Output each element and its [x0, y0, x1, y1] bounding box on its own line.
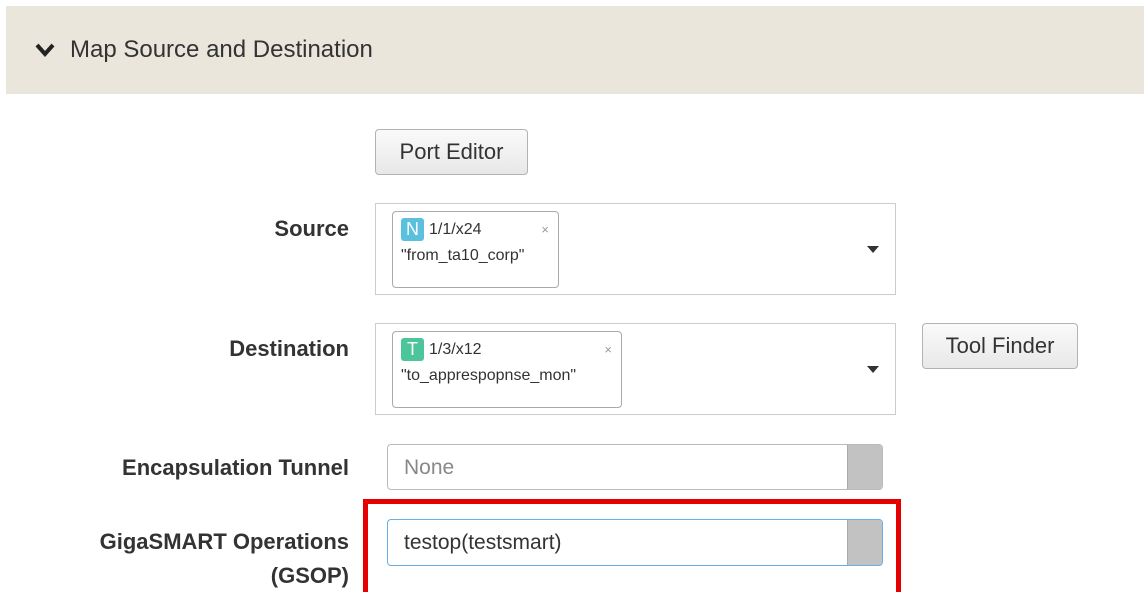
gsop-label: GigaSMART Operations: [99, 529, 349, 554]
destination-select[interactable]: T 1/3/x12 × "to_apprespopnse_mon": [375, 323, 896, 415]
port-editor-button[interactable]: Port Editor: [375, 129, 528, 175]
tool-finder-button[interactable]: Tool Finder: [922, 323, 1078, 369]
destination-port-token: T 1/3/x12 × "to_apprespopnse_mon": [392, 331, 622, 408]
encapsulation-dropdown-button[interactable]: [847, 445, 882, 489]
source-port-alias: "from_ta10_corp": [401, 247, 525, 264]
destination-label: Destination: [229, 336, 349, 361]
remove-destination-icon[interactable]: ×: [604, 342, 612, 357]
encapsulation-placeholder: None: [404, 456, 455, 479]
source-dropdown-icon[interactable]: [867, 246, 879, 253]
source-select[interactable]: N 1/1/x24 × "from_ta10_corp": [375, 203, 896, 295]
destination-port-id: 1/3/x12: [429, 340, 482, 358]
destination-dropdown-icon[interactable]: [867, 366, 879, 373]
section-header[interactable]: Map Source and Destination: [6, 6, 1144, 94]
source-port-token: N 1/1/x24 × "from_ta10_corp": [392, 211, 559, 288]
remove-source-icon[interactable]: ×: [541, 222, 549, 237]
section-title: Map Source and Destination: [70, 36, 373, 63]
network-port-badge: N: [401, 218, 424, 241]
chevron-down-icon: [35, 43, 55, 58]
encapsulation-select[interactable]: None: [387, 444, 883, 490]
gsop-label-abbrev: (GSOP): [270, 563, 349, 588]
highlight-box: [363, 499, 901, 592]
tool-port-badge: T: [401, 338, 424, 361]
source-label: Source: [274, 216, 349, 241]
encapsulation-label: Encapsulation Tunnel: [122, 455, 349, 480]
destination-port-alias: "to_apprespopnse_mon": [401, 367, 577, 384]
source-port-id: 1/1/x24: [429, 220, 482, 238]
